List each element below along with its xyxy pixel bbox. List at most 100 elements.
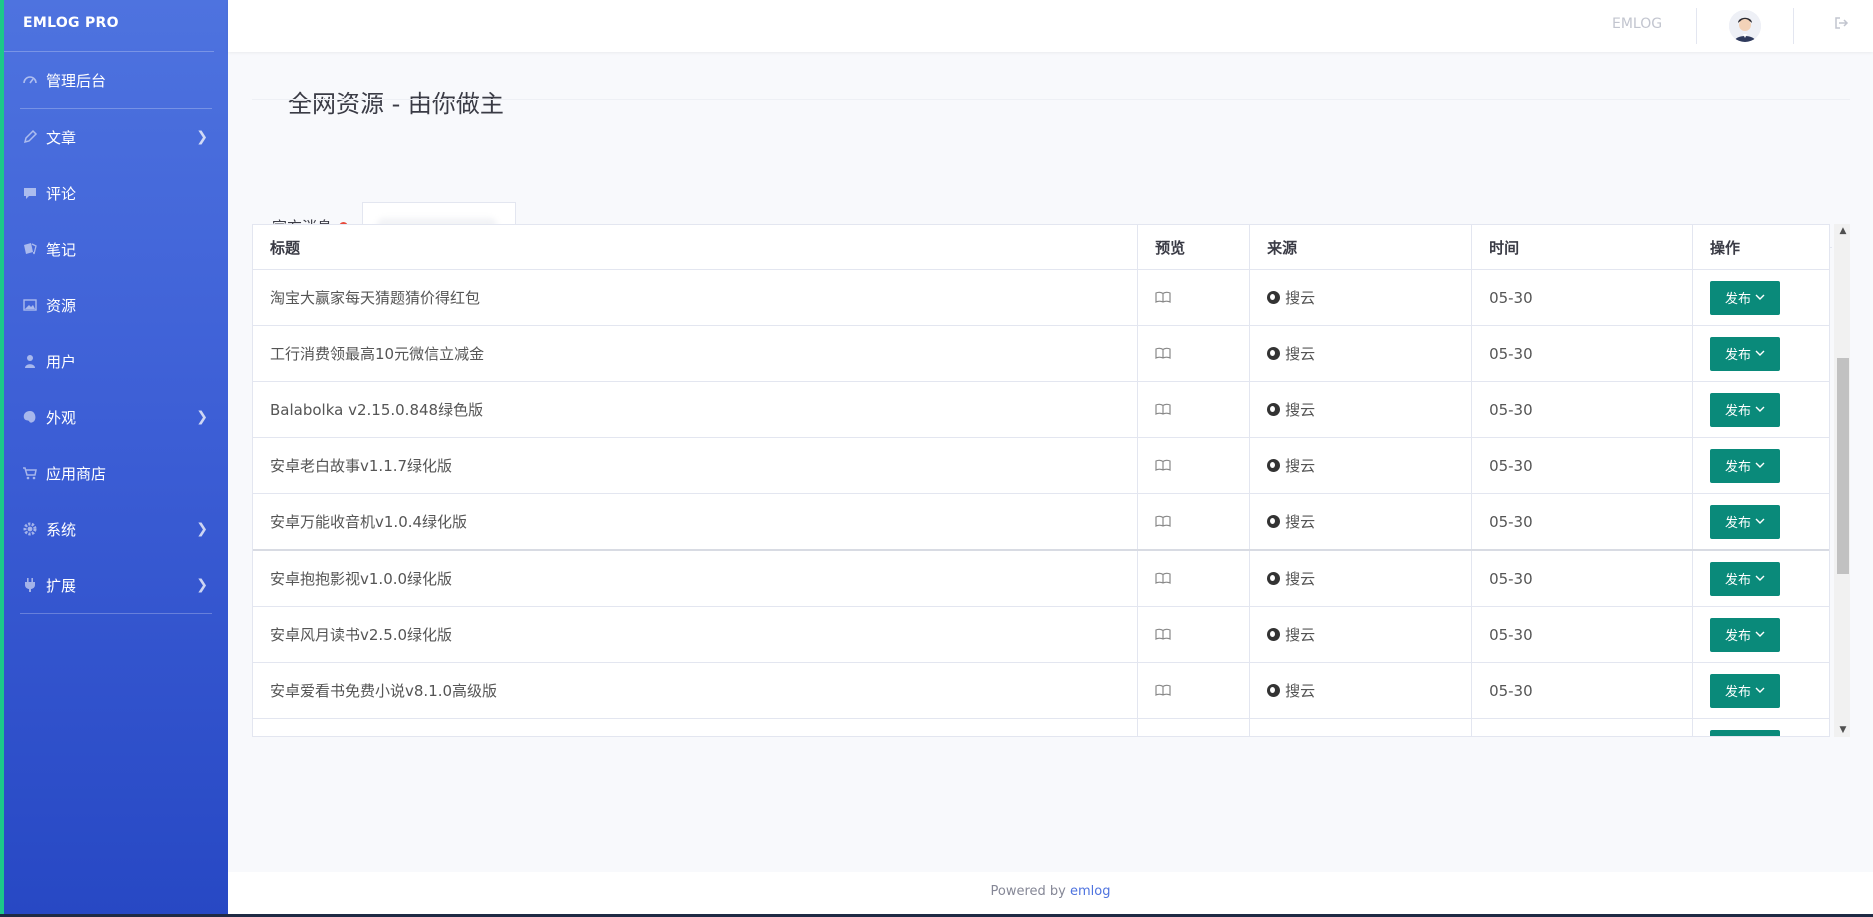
scroll-thumb[interactable] [1837,358,1849,574]
sidebar-item-resources[interactable]: 资源 [4,277,228,333]
row-action: 发布 [1692,269,1829,326]
row-source: 搜云 [1249,662,1473,719]
footer: Powered by emlog [228,872,1873,917]
sidebar-item-dashboard[interactable]: 管理后台 [4,52,228,108]
publish-button[interactable]: 发布 [1709,561,1780,596]
table-row: Balabolka v2.15.0.848绿色版 搜云 05-30 发布 [253,381,1829,438]
publish-button[interactable]: 发布 [1709,392,1780,427]
scrollbar[interactable]: ▲ ▼ [1834,224,1850,737]
sidebar-item-comments[interactable]: 评论 [4,165,228,221]
source-label: 搜云 [1285,626,1316,644]
sidebar-item-extensions[interactable]: 扩展 ❯ [4,557,228,613]
site-link[interactable]: EMLOG [1612,16,1662,32]
row-preview [1137,381,1251,438]
scroll-up-arrow[interactable]: ▲ [1837,224,1849,238]
chevron-down-icon [1755,683,1765,698]
row-title[interactable] [253,718,1139,736]
scroll-down-arrow[interactable]: ▼ [1837,723,1849,737]
row-source: 搜云 [1249,606,1473,663]
row-time: 05-30 [1471,606,1693,663]
row-time: 05-30 [1471,662,1693,719]
publish-label: 发布 [1724,573,1751,588]
sidebar-item-label: 用户 [46,352,77,371]
sidebar-item-label: 管理后台 [46,71,107,90]
sidebar-item-users[interactable]: 用户 [4,333,228,389]
source-label: 搜云 [1285,513,1316,531]
book-icon[interactable] [1155,401,1171,415]
book-icon[interactable] [1155,626,1171,640]
row-action: 发布 [1692,381,1829,438]
book-icon[interactable] [1155,682,1171,696]
row-time: 05-30 [1471,550,1693,607]
source-tag: 搜云 [1267,343,1315,364]
publish-button[interactable]: 发布 [1709,617,1780,652]
note-icon [20,239,40,259]
logout-icon[interactable] [1833,15,1849,35]
publish-button[interactable]: 发布 [1709,448,1780,483]
publish-button[interactable]: 发布 [1709,280,1780,315]
chevron-down-icon [1755,514,1765,529]
chevron-down-icon [1755,402,1765,417]
row-title[interactable]: 淘宝大赢家每天猜题猜价得红包 [253,269,1139,326]
source-icon [1267,347,1281,360]
sidebar-item-notes[interactable]: 笔记 [4,221,228,277]
row-action: 发布 [1692,662,1829,719]
row-source: 搜云 [1249,269,1473,326]
publish-button[interactable]: 发布 [1709,729,1780,736]
chevron-down-icon [1755,290,1765,305]
source-icon [1267,459,1281,472]
row-action: 发布 [1692,493,1829,551]
row-title[interactable]: 安卓抱抱影视v1.0.0绿化版 [253,550,1139,607]
publish-label: 发布 [1724,516,1751,531]
source-label: 搜云 [1285,570,1316,588]
cart-icon [20,463,40,483]
row-title[interactable]: 安卓风月读书v2.5.0绿化版 [253,606,1139,663]
header-time: 时间 [1471,225,1693,270]
row-time: 05-30 [1471,325,1693,382]
book-icon[interactable] [1155,513,1171,527]
row-action: 发布 [1692,606,1829,663]
header-source: 来源 [1249,225,1473,270]
row-source: 搜云 [1249,493,1473,551]
footer-text: Powered by [990,884,1066,899]
source-tag: 搜云 [1267,680,1315,701]
row-title[interactable]: 工行消费领最高10元微信立减金 [253,325,1139,382]
sidebar-item-appearance[interactable]: 外观 ❯ [4,389,228,445]
row-source: 搜云 [1249,325,1473,382]
row-preview [1137,325,1251,382]
row-preview [1137,493,1251,551]
source-label: 搜云 [1285,401,1316,419]
book-icon[interactable] [1155,457,1171,471]
row-source: 搜云 [1249,381,1473,438]
book-icon[interactable] [1155,345,1171,359]
publish-label: 发布 [1724,348,1751,363]
chevron-right-icon: ❯ [196,521,208,537]
publish-button[interactable]: 发布 [1709,673,1780,708]
publish-button[interactable]: 发布 [1709,504,1780,539]
row-title[interactable]: 安卓老白故事v1.1.7绿化版 [253,437,1139,494]
source-tag: 搜云 [1267,511,1315,532]
row-preview [1137,269,1251,326]
brand-logo[interactable]: EMLOG PRO [4,0,214,52]
row-title[interactable]: 安卓爱看书免费小说v8.1.0高级版 [253,662,1139,719]
source-icon [1267,628,1281,641]
table-row: 安卓老白故事v1.1.7绿化版 搜云 05-30 发布 [253,437,1829,494]
sidebar-item-app-store[interactable]: 应用商店 [4,445,228,501]
book-icon[interactable] [1155,570,1171,584]
topbar: EMLOG [228,0,1873,52]
plug-icon [20,575,40,595]
sidebar-item-label: 笔记 [46,240,77,259]
source-icon [1267,515,1281,528]
publish-button[interactable]: 发布 [1709,336,1780,371]
sidebar: EMLOG PRO 管理后台 文章 ❯ 评论 笔记 资源 用户 外观 ❯ 应用商… [0,0,228,917]
row-title[interactable]: Balabolka v2.15.0.848绿色版 [253,381,1139,438]
header-title: 标题 [253,225,1139,270]
table-row: 工行消费领最高10元微信立减金 搜云 05-30 发布 [253,325,1829,382]
avatar[interactable] [1729,10,1761,42]
sidebar-item-articles[interactable]: 文章 ❯ [4,109,228,165]
book-icon[interactable] [1155,289,1171,303]
sidebar-item-system[interactable]: 系统 ❯ [4,501,228,557]
table-row: 安卓抱抱影视v1.0.0绿化版 搜云 05-30 发布 [253,550,1829,607]
footer-link[interactable]: emlog [1070,884,1110,899]
row-title[interactable]: 安卓万能收音机v1.0.4绿化版 [253,493,1139,551]
